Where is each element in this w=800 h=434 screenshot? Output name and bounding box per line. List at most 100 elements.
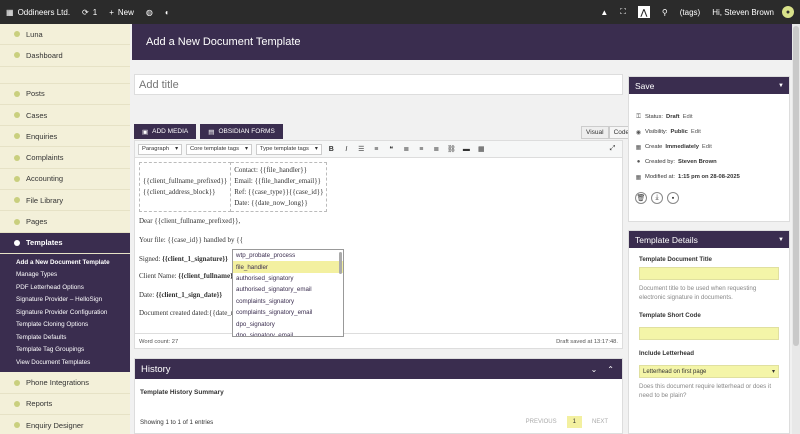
autocomplete-scrollbar[interactable] xyxy=(339,252,342,274)
submenu-tag-groupings[interactable]: Template Tag Groupings xyxy=(0,343,130,356)
visibility-row: ◉ Visibility: Public Edit xyxy=(635,129,701,136)
updates-link[interactable]: ⟳ 1 xyxy=(76,0,103,24)
submenu-hellosign[interactable]: Signature Provider – HelloSign xyxy=(0,293,130,306)
type-tags-select[interactable]: Type template tags ▾ xyxy=(255,143,322,155)
read-more-icon[interactable]: ▬ xyxy=(461,146,472,153)
sidebar-item-complaints[interactable]: Complaints xyxy=(0,147,130,169)
globe-link[interactable]: ◍ xyxy=(140,0,159,24)
sidebar-item-templates[interactable]: Templates xyxy=(0,232,130,254)
next-page-button[interactable]: NEXT xyxy=(592,419,608,425)
align-left-icon[interactable]: ≣ xyxy=(401,145,412,153)
new-content-link[interactable]: + New xyxy=(103,0,140,24)
sidebar-item-dashboard[interactable]: Dashboard xyxy=(0,45,130,67)
sidebar-item-file-library[interactable]: File Library xyxy=(0,190,130,212)
fullscreen-link[interactable]: ⛶ xyxy=(614,0,632,24)
trash-icon[interactable]: 🗑 xyxy=(635,192,647,204)
chevron-down-icon[interactable]: ⌃ xyxy=(607,365,614,374)
short-code-input[interactable] xyxy=(639,327,779,340)
bullet-list-icon[interactable]: ☰ xyxy=(356,145,367,153)
autocomplete-item[interactable]: complaints_signatory_email xyxy=(233,307,343,318)
page-scrollbar[interactable] xyxy=(792,24,800,434)
autocomplete-item[interactable]: authorised_signatory xyxy=(233,273,343,284)
address-cell: {{client_fullname_prefixed}} {{client_ad… xyxy=(138,162,232,212)
format-select[interactable]: Paragraph ▾ xyxy=(138,143,182,155)
letter-header-table: {{client_fullname_prefixed}} {{client_ad… xyxy=(138,162,328,212)
scrollbar-thumb[interactable] xyxy=(793,26,799,346)
chevron-down-icon: ▼ xyxy=(778,236,784,243)
edit-status-link[interactable]: Edit xyxy=(683,114,693,120)
submenu-add-template[interactable]: Add a New Document Template xyxy=(0,256,130,269)
client-name-tag: {{client_fullname_prefixed}} xyxy=(143,177,228,185)
save-actions: 🗑 ⤓ ▪ xyxy=(635,192,789,204)
site-name-link[interactable]: ▦ Oddineers Ltd. xyxy=(0,0,76,24)
edit-visibility-link[interactable]: Edit xyxy=(691,129,701,135)
user-action-link[interactable]: ▲ xyxy=(594,0,614,24)
sidebar-item-accounting[interactable]: Accounting xyxy=(0,169,130,191)
sidebar-item-pages[interactable]: Pages xyxy=(0,211,130,233)
align-right-icon[interactable]: ≣ xyxy=(431,145,442,153)
created-by-row: ● Created by: Steven Brown xyxy=(636,159,717,165)
brand-link[interactable]: ⋀ xyxy=(632,0,656,24)
link-icon[interactable]: ⛓ xyxy=(446,145,457,153)
brand-logo-icon: ⋀ xyxy=(637,6,650,18)
your-file-line: Your file: {{case_id}} handled by {{ xyxy=(139,236,244,244)
previous-page-button[interactable]: PREVIOUS xyxy=(526,419,557,425)
autocomplete-item[interactable]: dpo_signatory_email xyxy=(233,330,343,336)
submenu-cloning-options[interactable]: Template Cloning Options xyxy=(0,318,130,331)
tab-visual[interactable]: Visual xyxy=(581,126,609,139)
submenu-template-defaults[interactable]: Template Defaults xyxy=(0,331,130,344)
contact-cell: Contact: {{file_handler}} Email: {{file_… xyxy=(230,162,328,212)
sidebar-item-phone-integrations[interactable]: Phone Integrations xyxy=(0,372,130,394)
bold-icon[interactable]: B xyxy=(326,146,337,153)
page-1-button[interactable]: 1 xyxy=(566,416,582,428)
save-icon[interactable]: ▪ xyxy=(667,192,679,204)
media-buttons: ▣ ADD MEDIA ▤ OBSIDIAN FORMS xyxy=(134,124,283,139)
enquiries-icon xyxy=(14,133,20,140)
blockquote-icon[interactable]: ❝ xyxy=(386,145,397,153)
italic-icon[interactable]: I xyxy=(341,146,352,153)
letterhead-select[interactable]: Letterhead on first page ▾ xyxy=(639,365,779,378)
autocomplete-item[interactable]: wtp_probate_process xyxy=(233,250,343,261)
autocomplete-item[interactable]: dpo_signatory xyxy=(233,318,343,329)
sidebar-item-luna[interactable]: Luna xyxy=(0,24,130,46)
save-panel-header[interactable]: Save ▼ xyxy=(629,77,789,94)
fullscreen-icon[interactable]: ⤢ xyxy=(607,145,618,153)
template-details-header[interactable]: Template Details ▼ xyxy=(629,231,789,248)
avatar: ● xyxy=(782,6,794,18)
sidebar-item-posts[interactable]: Posts xyxy=(0,84,130,105)
align-center-icon[interactable]: ≡ xyxy=(416,146,427,153)
cases-icon xyxy=(14,112,20,119)
sidebar-item-enquiries[interactable]: Enquiries xyxy=(0,126,130,148)
ref-line: Ref: {{case_type}}{{case_id}} xyxy=(234,188,324,196)
chevron-down-icon: ▾ xyxy=(175,146,178,152)
submenu-pdf-letterhead[interactable]: PDF Letterhead Options xyxy=(0,281,130,294)
toolbar-toggle-icon[interactable]: ▦ xyxy=(476,145,487,153)
add-media-button[interactable]: ▣ ADD MEDIA xyxy=(134,124,197,139)
person-icon: ▲ xyxy=(600,7,609,17)
obsidian-forms-button[interactable]: ▤ OBSIDIAN FORMS xyxy=(200,124,283,139)
autocomplete-item[interactable]: complaints_signatory xyxy=(233,296,343,307)
account-menu[interactable]: Hi, Steven Brown ● xyxy=(706,0,800,24)
letterhead-help: Does this document require letterhead or… xyxy=(639,383,772,399)
submenu-view-templates[interactable]: View Document Templates xyxy=(0,356,130,369)
theme-toggle[interactable]: ◐ xyxy=(159,0,176,24)
doc-title-input[interactable] xyxy=(639,267,779,280)
sidebar-item-cases[interactable]: Cases xyxy=(0,105,130,127)
chevron-up-icon[interactable]: ⌄ xyxy=(591,365,598,374)
submenu-signature-config[interactable]: Signature Provider Configuration xyxy=(0,306,130,319)
sidebar-item-reports[interactable]: Reports xyxy=(0,394,130,416)
sidebar-item-enquiry-designer[interactable]: Enquiry Designer xyxy=(0,415,130,434)
autocomplete-item-selected[interactable]: file_handler xyxy=(233,261,343,273)
title-input[interactable] xyxy=(134,74,623,95)
chevron-down-icon: ▾ xyxy=(314,146,318,152)
download-icon[interactable]: ⤓ xyxy=(651,192,663,204)
core-tags-select[interactable]: Core template tags ▾ xyxy=(186,143,252,155)
editor-content[interactable]: {{client_fullname_prefixed}} {{client_ad… xyxy=(135,158,622,333)
autocomplete-item[interactable]: authorised_signatory_email xyxy=(233,284,343,295)
search-link[interactable]: ⚲ xyxy=(656,0,674,24)
numbered-list-icon[interactable]: ≡ xyxy=(371,146,382,153)
edit-publish-link[interactable]: Edit xyxy=(702,144,712,150)
pin-icon xyxy=(14,90,20,97)
tags-link[interactable]: (tags) xyxy=(674,0,706,24)
submenu-manage-types[interactable]: Manage Types xyxy=(0,268,130,281)
